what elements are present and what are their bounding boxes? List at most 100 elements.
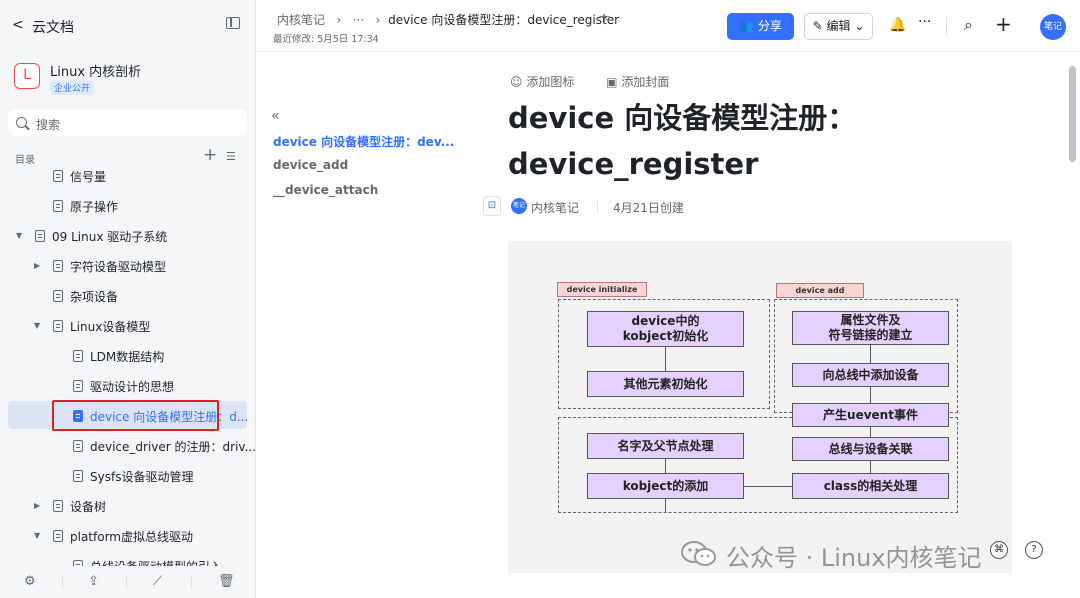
- tag-device-initialize: device initialize: [557, 282, 647, 297]
- trash-icon[interactable]: 🗑: [218, 574, 235, 589]
- stats-icon[interactable]: ⟋: [153, 574, 162, 589]
- space-info[interactable]: L Linux 内核剖析 企业公开: [14, 60, 244, 100]
- box-class: class的相关处理: [792, 473, 949, 499]
- breadcrumb: 内核笔记 › ··· › device 向设备模型注册：device_regis…: [277, 11, 619, 28]
- avatar[interactable]: 笔记: [1040, 14, 1066, 40]
- sidebar-item-label: 原子操作: [70, 200, 119, 214]
- sidebar-item[interactable]: ▶ 字符设备驱动模型: [8, 251, 247, 279]
- author-name[interactable]: 内核笔记: [531, 199, 579, 216]
- document-icon: [73, 380, 83, 392]
- document-icon: [53, 500, 63, 512]
- connector: [870, 387, 871, 403]
- collapse-outline-icon[interactable]: «: [271, 108, 280, 124]
- users-icon: 👥: [739, 19, 758, 33]
- search-icon[interactable]: ⌕: [964, 15, 973, 35]
- plus-icon[interactable]: +: [995, 12, 1012, 36]
- page-title[interactable]: device 向设备模型注册： device_register: [508, 95, 1068, 187]
- sidebar-item[interactable]: 驱动设计的思想: [8, 371, 247, 399]
- pencil-icon: ✎: [812, 19, 827, 33]
- box-kobject-init: device中的 kobject初始化: [587, 311, 744, 347]
- sidebar-item[interactable]: ▶ 设备树: [8, 491, 247, 519]
- watermark: 公众号 · Linux内核笔记: [726, 544, 982, 572]
- sidebar-item[interactable]: 总线设备驱动模型的引入: [8, 551, 247, 566]
- sidebar-item-label: Sysfs设备驱动管理: [90, 470, 194, 484]
- title-line-2: device_register: [508, 147, 759, 181]
- sidebar-item[interactable]: device_driver 的注册：driv...: [8, 431, 256, 459]
- sidebar-item[interactable]: ▼ 09 Linux 驱动子系统: [8, 221, 247, 249]
- shortcut-icon[interactable]: ⌘: [990, 541, 1008, 559]
- back-label[interactable]: 云文档: [32, 17, 74, 37]
- sidebar-item-label: 杂项设备: [70, 290, 119, 304]
- add-page-icon[interactable]: +: [203, 147, 217, 164]
- sidebar-item[interactable]: 信号量: [8, 164, 247, 189]
- edit-button[interactable]: ✎ 编辑 ⌄: [804, 13, 873, 40]
- breadcrumb-root[interactable]: 内核笔记: [277, 13, 325, 27]
- sidebar-item[interactable]: ▼ platform虚拟总线驱动: [8, 521, 247, 549]
- breadcrumb-current: device 向设备模型注册：device_register: [388, 13, 620, 27]
- bookmark-icon[interactable]: ⊡: [483, 196, 501, 216]
- space-badge: 企业公开: [50, 80, 95, 95]
- sidebar-item[interactable]: LDM数据结构: [8, 341, 247, 369]
- help-icon[interactable]: ?: [1025, 541, 1043, 559]
- chevron-right-icon: ›: [328, 13, 349, 27]
- doc-actions: ☺ 添加图标 ▣ 添加封面: [510, 73, 697, 90]
- divider: [946, 17, 947, 35]
- sidebar-item[interactable]: ▼ Linux设备模型: [8, 311, 247, 339]
- sidebar-item-label: device_driver 的注册：driv...: [90, 440, 256, 454]
- app-window: < 云文档 L Linux 内核剖析 企业公开 搜索 目录 + ☰ 信号量 原子操…: [0, 0, 1080, 598]
- caret-down-icon[interactable]: ▼: [34, 321, 40, 330]
- caret-right-icon[interactable]: ▶: [34, 501, 40, 510]
- sidebar-item-label: platform虚拟总线驱动: [70, 530, 193, 544]
- highlight-annotation: [52, 400, 219, 431]
- share-out-icon[interactable]: ⇪: [88, 574, 99, 589]
- author-avatar: 笔记: [511, 198, 527, 214]
- sidebar-header: < 云文档: [0, 0, 256, 52]
- sidebar-item[interactable]: Sysfs设备驱动管理: [8, 461, 247, 489]
- document-icon: [73, 470, 83, 482]
- box-uevent: 产生uevent事件: [792, 403, 949, 427]
- title-line-1: device 向设备模型注册：: [508, 101, 857, 135]
- pin-icon[interactable]: 卞: [599, 11, 610, 27]
- settings-icon[interactable]: ⚙: [24, 574, 36, 589]
- edit-label: 编辑: [826, 19, 851, 33]
- document-icon: [73, 440, 83, 452]
- document-icon: [73, 350, 83, 362]
- tag-device-add: device add: [776, 283, 864, 298]
- connector: [665, 347, 666, 371]
- add-cover-button[interactable]: ▣ 添加封面: [606, 75, 683, 89]
- search-input[interactable]: 搜索: [8, 110, 247, 136]
- sidebar-item[interactable]: 原子操作: [8, 191, 247, 219]
- box-other-init: 其他元素初始化: [587, 371, 744, 397]
- diagram-image: device initialize device add device中的 ko…: [508, 241, 1012, 573]
- document-icon: [53, 200, 63, 212]
- box-bus-add: 向总线中添加设备: [792, 363, 949, 387]
- back-arrow-icon[interactable]: <: [12, 17, 24, 33]
- collapse-sidebar-icon[interactable]: [226, 17, 240, 29]
- more-icon[interactable]: ···: [918, 14, 931, 30]
- outline-item[interactable]: __device_attach: [273, 183, 378, 197]
- sidebar-item-label: 信号量: [70, 170, 107, 184]
- sidebar-item-label: 字符设备驱动模型: [70, 260, 167, 274]
- space-name: Linux 内核剖析: [50, 65, 142, 80]
- list-options-icon[interactable]: ☰: [226, 150, 236, 163]
- outline-item[interactable]: device 向设备模型注册：dev...: [273, 133, 454, 150]
- connector: [870, 427, 871, 437]
- breadcrumb-more[interactable]: ···: [353, 13, 364, 27]
- document-icon: [53, 290, 63, 302]
- sidebar-item[interactable]: 杂项设备: [8, 281, 247, 309]
- box-name-parent: 名字及父节点处理: [587, 433, 744, 459]
- add-icon-button[interactable]: ☺ 添加图标: [510, 75, 588, 89]
- sidebar-item-label: LDM数据结构: [90, 350, 165, 364]
- share-button[interactable]: 👥 分享: [727, 13, 794, 40]
- document-icon: [53, 170, 63, 182]
- space-logo: L: [14, 63, 40, 89]
- caret-down-icon[interactable]: ▼: [16, 231, 22, 240]
- scrollbar[interactable]: [1069, 66, 1076, 162]
- caret-right-icon[interactable]: ▶: [34, 261, 40, 270]
- outline-item[interactable]: device_add: [273, 158, 348, 172]
- bell-icon[interactable]: 🔔: [889, 17, 906, 33]
- connector: [870, 345, 871, 363]
- add-cover-label: 添加封面: [621, 75, 670, 89]
- sidebar-item-label: Linux设备模型: [70, 320, 151, 334]
- caret-down-icon[interactable]: ▼: [34, 531, 40, 540]
